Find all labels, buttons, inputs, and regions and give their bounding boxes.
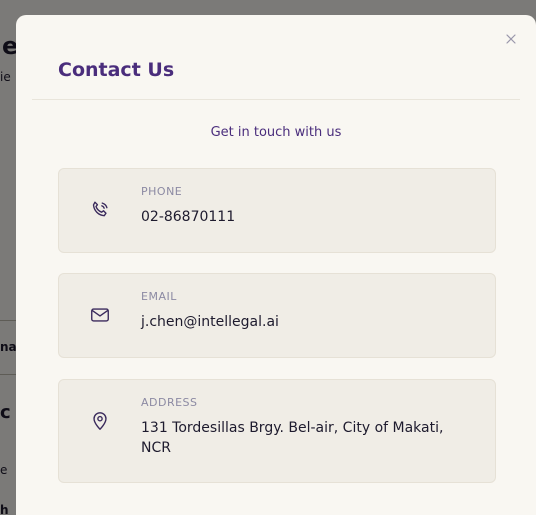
- address-label: ADDRESS: [141, 396, 198, 409]
- mail-icon: [91, 308, 109, 322]
- location-pin-icon: [93, 412, 107, 430]
- phone-label: PHONE: [141, 185, 183, 198]
- phone-icon: [92, 201, 108, 217]
- contact-card-address: ADDRESS 131 Tordesillas Brgy. Bel-air, C…: [58, 379, 496, 483]
- address-value: 131 Tordesillas Brgy. Bel-air, City of M…: [141, 420, 444, 456]
- contact-card-phone: PHONE 02-86870111: [58, 168, 496, 253]
- contact-card-email: EMAIL j.chen@intellegal.ai: [58, 273, 496, 358]
- modal-title: Contact Us: [58, 59, 175, 81]
- close-icon: [506, 34, 516, 44]
- modal-header: Contact Us: [32, 15, 520, 100]
- close-button[interactable]: [504, 31, 518, 45]
- modal-subtitle: Get in touch with us: [210, 125, 342, 140]
- phone-value[interactable]: 02-86870111: [141, 207, 475, 227]
- email-value[interactable]: j.chen@intellegal.ai: [141, 312, 475, 332]
- contact-modal: Contact Us Get in touch with us PHONE 02…: [16, 15, 536, 515]
- email-label: EMAIL: [141, 290, 177, 303]
